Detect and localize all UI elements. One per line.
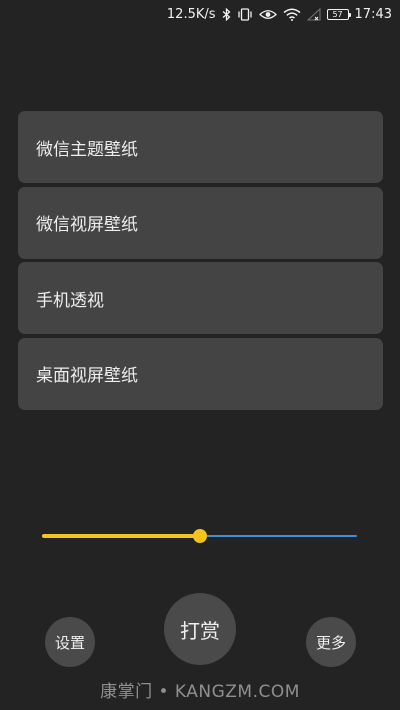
menu-item-label: 手机透视 [36, 290, 104, 311]
reward-button-label: 打赏 [180, 618, 220, 643]
transparency-slider[interactable] [42, 527, 357, 545]
settings-button[interactable]: 设置 [45, 617, 95, 667]
wifi-icon [283, 8, 301, 21]
more-button[interactable]: 更多 [306, 617, 356, 667]
battery-icon: 57 [326, 8, 351, 20]
bluetooth-icon [222, 7, 231, 21]
clock: 17:43 [354, 6, 392, 22]
vibrate-icon [237, 7, 253, 21]
menu-item-wechat-theme-wallpaper[interactable]: 微信主题壁纸 [18, 111, 383, 183]
status-bar: 12.5K/s 57 17:43 [0, 0, 400, 28]
eye-icon [258, 8, 277, 21]
slider-fill [42, 534, 200, 538]
menu-item-phone-transparent[interactable]: 手机透视 [18, 262, 383, 334]
menu-item-label: 微信视屏壁纸 [36, 215, 138, 235]
menu-list: 微信主题壁纸 微信视屏壁纸 手机透视 桌面视屏壁纸 [18, 111, 383, 413]
menu-item-wechat-video-wallpaper[interactable]: 微信视屏壁纸 [18, 186, 383, 259]
no-signal-icon [306, 7, 321, 21]
more-button-label: 更多 [315, 633, 346, 652]
network-speed: 12.5K/s [166, 6, 216, 22]
menu-item-desktop-video-wallpaper[interactable]: 桌面视屏壁纸 [18, 337, 383, 410]
settings-button-label: 设置 [54, 633, 85, 652]
battery-level: 57 [332, 9, 343, 19]
watermark: 康掌门 • KANGZM.COM [100, 682, 300, 702]
slider-thumb[interactable] [192, 529, 207, 543]
menu-item-label: 桌面视屏壁纸 [36, 366, 138, 386]
menu-item-label: 微信主题壁纸 [36, 139, 138, 160]
reward-button[interactable]: 打赏 [164, 593, 236, 665]
